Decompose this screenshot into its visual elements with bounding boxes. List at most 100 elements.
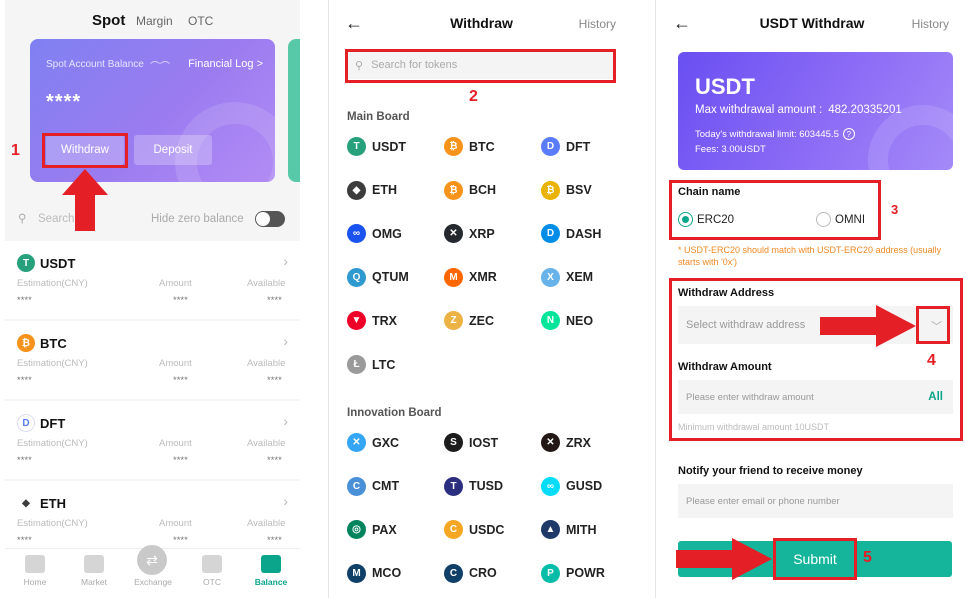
token-label: DFT: [566, 139, 591, 154]
token-label: LTC: [372, 357, 396, 372]
token-mco[interactable]: M MCO: [347, 563, 402, 583]
token-qtum[interactable]: Q QTUM: [347, 267, 409, 287]
token-cmt[interactable]: C CMT: [347, 476, 399, 496]
token-xrp[interactable]: ✕ XRP: [444, 224, 495, 244]
nav-label: Market: [81, 577, 107, 587]
token-cro[interactable]: C CRO: [444, 563, 497, 583]
nav-market[interactable]: Market: [69, 555, 119, 587]
zrx-icon: ✕: [541, 433, 560, 452]
token-bch[interactable]: ₿ BCH: [444, 180, 496, 200]
notify-input[interactable]: Please enter email or phone number: [678, 484, 953, 518]
token-iost[interactable]: S IOST: [444, 433, 498, 452]
token-label: BTC: [469, 139, 495, 154]
available-label: Available: [247, 278, 286, 289]
asset-row-dft[interactable]: D DFT › Estimation(CNY) Amount Available …: [5, 401, 300, 479]
token-label: POWR: [566, 566, 605, 581]
deposit-button[interactable]: Deposit: [134, 135, 212, 165]
hide-zero-toggle[interactable]: [255, 211, 285, 227]
main-board-title: Main Board: [347, 111, 410, 123]
token-tusd[interactable]: T TUSD: [444, 476, 503, 496]
ltc-icon: Ł: [347, 355, 366, 374]
token-eth[interactable]: ◆ ETH: [347, 180, 397, 200]
available-label: Available: [247, 518, 286, 529]
available-value: ****: [267, 535, 282, 546]
token-usdc[interactable]: C USDC: [444, 520, 505, 540]
token-gxc[interactable]: ✕ GXC: [347, 433, 399, 452]
usdt-icon: T: [347, 137, 366, 156]
token-label: GUSD: [566, 479, 603, 494]
exchange-icon[interactable]: ⇄: [137, 545, 167, 575]
btc-icon: ₿: [444, 137, 463, 156]
financial-log-link[interactable]: Financial Log >: [188, 58, 263, 70]
token-dft[interactable]: D DFT: [541, 137, 590, 156]
asset-row-usdt[interactable]: T USDT › Estimation(CNY) Amount Available…: [5, 241, 300, 319]
bottom-nav: Home Market Exchange ⇄ OTC Balance: [5, 545, 300, 598]
eye-hidden-icon[interactable]: ⌒⌒: [150, 58, 170, 73]
token-zrx[interactable]: ✕ ZRX: [541, 433, 591, 452]
asset-row-btc[interactable]: ₿ BTC › Estimation(CNY) Amount Available …: [5, 321, 300, 399]
token-name: USDT: [695, 74, 755, 99]
chain-warning: * USDT-ERC20 should match with USDT-ERC2…: [678, 245, 942, 267]
chevron-right-icon: ›: [283, 333, 288, 349]
token-pax[interactable]: ◎ PAX: [347, 520, 397, 540]
xmr-icon: M: [444, 267, 463, 287]
tab-otc[interactable]: OTC: [188, 14, 213, 28]
token-label: USDT: [372, 139, 407, 154]
token-label: XRP: [469, 226, 495, 241]
trx-icon: ▼: [347, 311, 366, 331]
tab-margin[interactable]: Margin: [136, 14, 173, 28]
nav-otc[interactable]: OTC: [187, 555, 237, 587]
nav-exchange[interactable]: Exchange: [128, 577, 178, 587]
estimation-value: ****: [17, 535, 32, 546]
available-value: ****: [267, 455, 282, 466]
token-zec[interactable]: Z ZEC: [444, 311, 494, 331]
token-usdt[interactable]: T USDT: [347, 137, 406, 156]
token-trx[interactable]: ▼ TRX: [347, 311, 397, 331]
question-icon[interactable]: ?: [842, 128, 855, 140]
token-xmr[interactable]: M XMR: [444, 267, 497, 287]
search-icon[interactable]: ⚲: [18, 211, 26, 225]
available-label: Available: [247, 438, 286, 449]
history-link[interactable]: History: [579, 17, 616, 31]
right-arrow-annotation: [820, 305, 916, 347]
highlight-dropdown-box: [916, 306, 950, 344]
available-label: Available: [247, 358, 286, 369]
token-label: CRO: [469, 566, 497, 581]
token-mith[interactable]: ▲ MITH: [541, 520, 597, 540]
max-withdrawal: Max withdrawal amount : 482.20335201: [695, 104, 902, 116]
token-label: MCO: [372, 566, 402, 581]
usdt-icon: T: [17, 254, 35, 272]
token-powr[interactable]: P POWR: [541, 563, 605, 583]
tab-spot[interactable]: Spot: [92, 12, 125, 29]
amount-label: Amount: [159, 438, 192, 449]
market-chart-icon: [84, 555, 104, 573]
next-account-card[interactable]: [288, 39, 300, 182]
bsv-icon: ₿: [541, 180, 560, 200]
token-omg[interactable]: ∞ OMG: [347, 224, 402, 244]
amount-label: Amount: [159, 518, 192, 529]
token-xem[interactable]: X XEM: [541, 267, 594, 287]
token-bsv[interactable]: ₿ BSV: [541, 180, 592, 200]
estimation-label: Estimation(CNY): [17, 278, 88, 289]
tusd-icon: T: [444, 476, 463, 496]
balance-value: ****: [46, 91, 82, 113]
estimation-label: Estimation(CNY): [17, 518, 88, 529]
token-label: QTUM: [372, 270, 409, 285]
token-gusd[interactable]: ∞ GUSD: [541, 476, 603, 496]
qtum-icon: Q: [347, 267, 366, 287]
token-label: USDC: [469, 522, 505, 537]
nav-balance[interactable]: Balance: [246, 555, 296, 587]
header: ← Withdraw History: [335, 13, 628, 37]
token-neo[interactable]: N NEO: [541, 311, 593, 331]
highlight-search-box: [345, 49, 616, 83]
token-btc[interactable]: ₿ BTC: [444, 137, 495, 156]
history-link[interactable]: History: [912, 17, 949, 31]
token-dash[interactable]: D DASH: [541, 224, 602, 244]
iost-icon: S: [444, 433, 463, 452]
token-label: DASH: [566, 226, 602, 241]
withdrawal-limit: Today's withdrawal limit: 603445.5?: [695, 128, 855, 140]
annotation-number: 4: [927, 352, 936, 369]
token-ltc[interactable]: Ł LTC: [347, 355, 395, 374]
nav-home[interactable]: Home: [10, 555, 60, 587]
token-label: XEM: [566, 270, 594, 285]
